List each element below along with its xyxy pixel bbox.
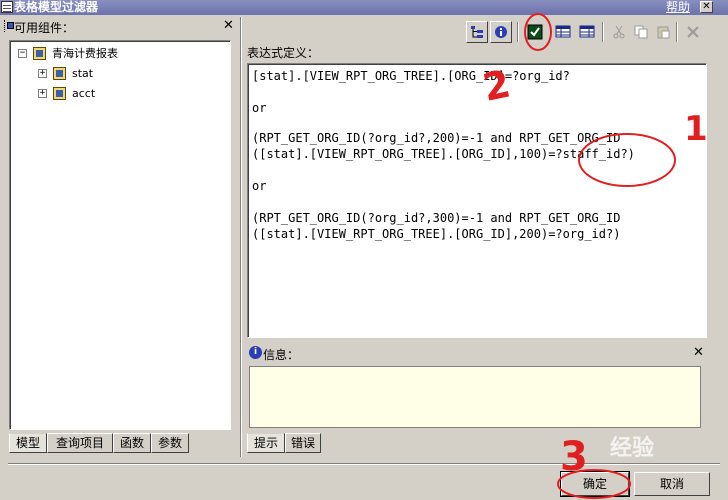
tree-node-label: acct (72, 87, 96, 100)
copy-button[interactable] (630, 21, 652, 43)
tab-functions[interactable]: 函数 (113, 433, 151, 453)
info-message-box (249, 366, 701, 428)
delete-icon (687, 26, 699, 38)
tab-hints[interactable]: 提示 (247, 433, 285, 453)
tab-query-items[interactable]: 查询项目 (47, 433, 113, 453)
expression-line: ([stat].[VIEW_RPT_ORG_TREE].[ORG_ID],100… (252, 147, 635, 161)
tree-node-label: stat (72, 67, 94, 80)
paste-button[interactable] (652, 21, 674, 43)
tree-view-button[interactable] (466, 21, 488, 43)
expression-editor[interactable]: [stat].[VIEW_RPT_ORG_TREE].[ORG_ID]=?org… (247, 63, 707, 338)
cancel-button[interactable]: 取消 (634, 472, 710, 496)
info-icon: i (249, 346, 262, 359)
table-icon (555, 25, 571, 38)
window-title: 表格模型过滤器 (14, 0, 99, 14)
toolbar-separator (517, 22, 519, 42)
tree-node-label: 青海计费报表 (52, 47, 118, 60)
expression-line: or (252, 179, 267, 193)
info-toggle-button[interactable] (490, 21, 512, 43)
expression-line: or (252, 101, 267, 115)
help-link[interactable]: 帮助 (666, 0, 690, 15)
table-alt-button[interactable] (576, 21, 598, 43)
info-close-button[interactable]: ✕ (693, 345, 704, 360)
app-icon (1, 1, 13, 13)
panel-divider[interactable] (240, 17, 242, 457)
validate-button[interactable] (524, 21, 546, 43)
tab-model[interactable]: 模型 (9, 433, 47, 453)
table-alt-icon (579, 25, 595, 38)
model-icon (53, 67, 66, 80)
expression-label: 表达式定义： (247, 46, 320, 60)
window-close-button[interactable]: ✕ (700, 1, 713, 13)
expression-line: (RPT_GET_ORG_ID(?org_id?,300)=-1 and RPT… (252, 211, 621, 225)
check-icon (527, 24, 543, 40)
info-icon (495, 26, 507, 38)
expression-line: ([stat].[VIEW_RPT_ORG_TREE].[ORG_ID],200… (252, 227, 621, 241)
paste-icon (657, 26, 670, 39)
tab-parameters[interactable]: 参数 (151, 433, 189, 453)
tree-node-stat[interactable]: + stat (38, 65, 218, 83)
toolbar-separator (602, 22, 604, 42)
tree-node-acct[interactable]: + acct (38, 85, 218, 103)
available-components-label: 可用组件： (14, 21, 75, 35)
expression-line: (RPT_GET_ORG_ID(?org_id?,200)=-1 and RPT… (252, 131, 621, 145)
component-tree[interactable]: − 青海计费报表 + stat + acct (9, 40, 231, 430)
expand-icon[interactable]: + (38, 69, 47, 78)
ok-button[interactable]: 确定 (560, 471, 630, 497)
tree-node-root[interactable]: − 青海计费报表 (18, 45, 218, 63)
expand-icon[interactable]: + (38, 89, 47, 98)
left-panel-close-button[interactable]: ✕ (223, 18, 234, 33)
info-label: 信息： (263, 348, 300, 362)
component-tree-icon (4, 20, 14, 32)
copy-icon (634, 25, 648, 39)
watermark: 经验 (610, 436, 655, 461)
tree-view-icon (471, 26, 483, 38)
title-bar: 表格模型过滤器 帮助 ✕ (0, 0, 728, 15)
tab-errors[interactable]: 错误 (285, 433, 321, 453)
bottom-separator (8, 463, 720, 465)
collapse-icon[interactable]: − (18, 49, 27, 58)
cut-button[interactable] (608, 21, 630, 43)
toolbar-separator (676, 22, 678, 42)
model-icon (53, 87, 66, 100)
report-icon (33, 47, 46, 60)
delete-button[interactable] (682, 21, 704, 43)
expression-line: [stat].[VIEW_RPT_ORG_TREE].[ORG_ID]=?org… (252, 69, 570, 83)
cut-icon (613, 25, 625, 39)
table-button[interactable] (552, 21, 574, 43)
info-header: i 信息： ✕ (247, 345, 707, 363)
available-components-header: 可用组件： ✕ (0, 17, 240, 37)
